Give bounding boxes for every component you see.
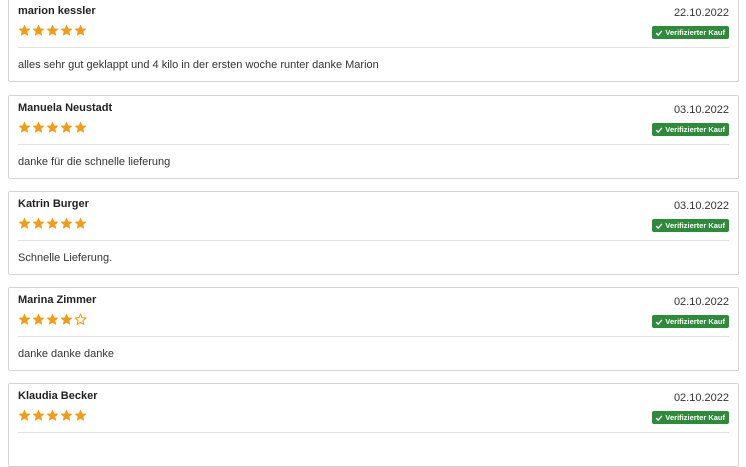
- review-card: Klaudia Becker 02.10.2022 Verifizierter …: [8, 383, 739, 467]
- star-filled-icon: [60, 409, 73, 421]
- divider: [18, 432, 729, 433]
- checkmark-icon: [656, 126, 663, 133]
- review-text: danke für die schnelle lieferung: [18, 156, 171, 168]
- star-filled-icon: [74, 217, 87, 229]
- star-filled-icon: [32, 24, 45, 36]
- review-date: 02.10.2022: [673, 392, 729, 404]
- review-date: 03.10.2022: [673, 104, 729, 116]
- star-filled-icon: [32, 121, 45, 133]
- checkmark-icon: [656, 414, 663, 421]
- reviewer-name: Katrin Burger: [18, 198, 89, 210]
- star-filled-icon: [74, 121, 87, 133]
- star-filled-icon: [18, 121, 31, 133]
- verified-purchase-badge: Verifizierter Kauf: [652, 315, 729, 328]
- badge-label: Verifizierter Kauf: [665, 413, 725, 422]
- star-filled-icon: [46, 313, 59, 325]
- verified-purchase-badge: Verifizierter Kauf: [652, 123, 729, 136]
- star-filled-icon: [18, 217, 31, 229]
- star-filled-icon: [60, 24, 73, 36]
- star-filled-icon: [60, 217, 73, 229]
- badge-label: Verifizierter Kauf: [665, 221, 725, 230]
- divider: [18, 144, 729, 145]
- reviewer-name: Marina Zimmer: [18, 294, 97, 306]
- verified-purchase-badge: Verifizierter Kauf: [652, 219, 729, 232]
- star-filled-icon: [60, 313, 73, 325]
- star-filled-icon: [32, 217, 45, 229]
- star-rating: [18, 217, 87, 230]
- star-filled-icon: [60, 121, 73, 133]
- star-filled-icon: [46, 121, 59, 133]
- review-date: 02.10.2022: [673, 296, 729, 308]
- review-date: 03.10.2022: [673, 200, 729, 212]
- star-filled-icon: [18, 313, 31, 325]
- badge-label: Verifizierter Kauf: [665, 125, 725, 134]
- star-filled-icon: [74, 24, 87, 36]
- star-rating: [18, 24, 87, 37]
- star-filled-icon: [46, 217, 59, 229]
- star-filled-icon: [18, 409, 31, 421]
- divider: [18, 336, 729, 337]
- star-empty-icon: [74, 313, 87, 325]
- review-card: marion kessler 22.10.2022 Verifizierter …: [8, 0, 739, 82]
- star-rating: [18, 313, 87, 326]
- checkmark-icon: [656, 222, 663, 229]
- reviewer-name: marion kessler: [18, 5, 96, 17]
- checkmark-icon: [656, 29, 663, 36]
- review-text: alles sehr gut geklappt und 4 kilo in de…: [18, 59, 379, 71]
- review-text: Schnelle Lieferung.: [18, 252, 113, 264]
- star-rating: [18, 409, 87, 422]
- badge-label: Verifizierter Kauf: [665, 317, 725, 326]
- badge-label: Verifizierter Kauf: [665, 28, 725, 37]
- star-filled-icon: [32, 409, 45, 421]
- checkmark-icon: [656, 318, 663, 325]
- star-filled-icon: [46, 24, 59, 36]
- star-filled-icon: [74, 409, 87, 421]
- review-card: Marina Zimmer 02.10.2022 Verifizierter K…: [8, 287, 739, 371]
- star-filled-icon: [18, 24, 31, 36]
- reviewer-name: Manuela Neustadt: [18, 102, 113, 114]
- divider: [18, 240, 729, 241]
- reviewer-name: Klaudia Becker: [18, 390, 98, 402]
- star-rating: [18, 121, 87, 134]
- verified-purchase-badge: Verifizierter Kauf: [652, 26, 729, 39]
- review-card: Katrin Burger 03.10.2022 Verifizierter K…: [8, 191, 739, 275]
- review-text: danke danke danke: [18, 348, 115, 360]
- star-filled-icon: [46, 409, 59, 421]
- review-card: Manuela Neustadt 03.10.2022 Verifizierte…: [8, 95, 739, 179]
- star-filled-icon: [32, 313, 45, 325]
- divider: [18, 47, 729, 48]
- verified-purchase-badge: Verifizierter Kauf: [652, 411, 729, 424]
- review-date: 22.10.2022: [673, 7, 729, 19]
